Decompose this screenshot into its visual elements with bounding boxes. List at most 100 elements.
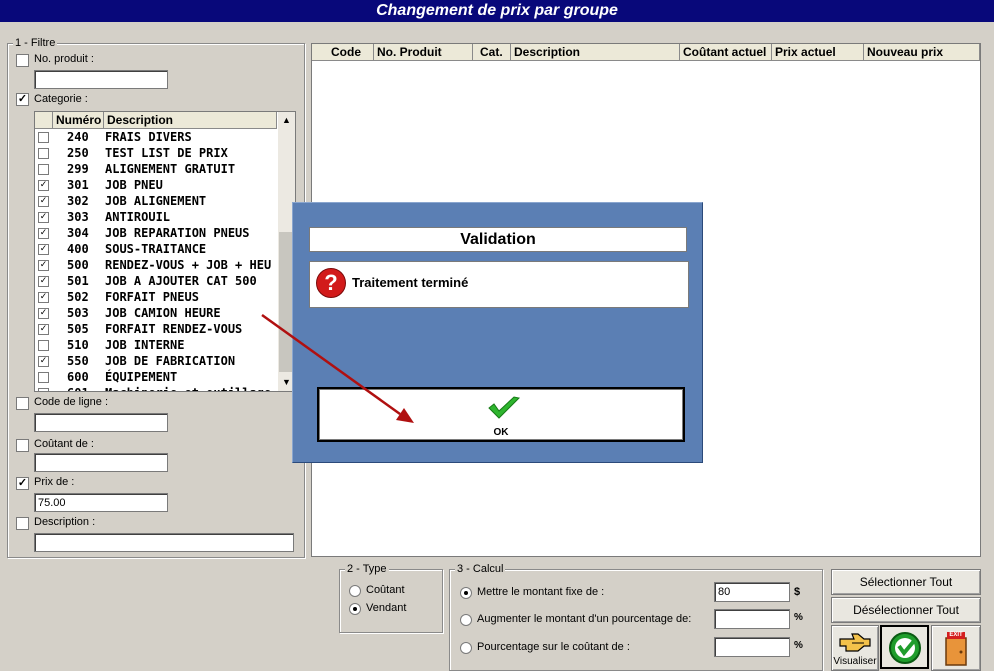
category-row-numero: 601 xyxy=(67,385,89,391)
no-produit-input[interactable] xyxy=(34,70,168,89)
question-icon: ? xyxy=(316,268,346,298)
cat-col-numero[interactable]: Numéro xyxy=(53,112,104,129)
calcul-coutant-radio[interactable] xyxy=(460,642,472,654)
category-table: Numéro Description 240 FRAIS DIVERS 250 TES… xyxy=(34,111,296,392)
category-row-checkbox[interactable]: ✓ xyxy=(38,324,49,335)
ok-button[interactable]: OK xyxy=(317,387,685,442)
calcul-fixe-radio[interactable] xyxy=(460,587,472,599)
calcul-pourcentage-radio[interactable] xyxy=(460,614,472,626)
category-row[interactable]: ✓ 501 JOB A AJOUTER CAT 500 xyxy=(35,273,278,289)
category-row-numero: 502 xyxy=(67,290,89,304)
select-all-button[interactable]: Sélectionner Tout xyxy=(831,569,981,595)
category-row-numero: 303 xyxy=(67,210,89,224)
type-coutant-label: Coûtant xyxy=(366,584,405,596)
category-row[interactable]: 250 TEST LIST DE PRIX xyxy=(35,145,278,161)
category-row-description: ALIGNEMENT GRATUIT xyxy=(105,162,236,176)
type-vendant-radio[interactable] xyxy=(349,603,361,615)
category-row-description: TEST LIST DE PRIX xyxy=(105,146,228,160)
dialog-message-box: ? Traitement terminé xyxy=(309,261,689,308)
category-row-checkbox[interactable]: ✓ xyxy=(38,180,49,191)
results-col-code[interactable]: Code xyxy=(312,44,374,61)
category-row-checkbox[interactable]: ✓ xyxy=(38,260,49,271)
category-row[interactable]: ✓ 550 JOB DE FABRICATION xyxy=(35,353,278,369)
results-col-no-produit[interactable]: No. Produit xyxy=(374,44,473,61)
category-row[interactable]: 299 ALIGNEMENT GRATUIT xyxy=(35,161,278,177)
scroll-up-icon[interactable]: ▲ xyxy=(278,112,295,129)
category-row[interactable]: 600 ÉQUIPEMENT xyxy=(35,369,278,385)
dialog-title: Validation xyxy=(309,227,687,252)
category-row-checkbox[interactable]: ✓ xyxy=(38,212,49,223)
category-row[interactable]: ✓ 301 JOB PNEU xyxy=(35,177,278,193)
category-row-checkbox[interactable]: ✓ xyxy=(38,356,49,367)
code-ligne-checkbox[interactable] xyxy=(16,397,29,410)
calcul-fixe-input[interactable]: 80 xyxy=(714,582,790,602)
category-row-checkbox[interactable]: ✓ xyxy=(38,244,49,255)
results-col-description[interactable]: Description xyxy=(511,44,680,61)
category-row-checkbox[interactable]: ✓ xyxy=(38,228,49,239)
category-row[interactable]: ✓ 502 FORFAIT PNEUS xyxy=(35,289,278,305)
category-row[interactable]: ✓ 500 RENDEZ-VOUS + JOB + HEU xyxy=(35,257,278,273)
category-row-numero: 301 xyxy=(67,178,89,192)
category-row-description: JOB A AJOUTER CAT 500 xyxy=(105,274,257,288)
category-row-description: JOB DE FABRICATION xyxy=(105,354,236,368)
calcul-coutant-input[interactable] xyxy=(714,637,790,657)
confirm-button[interactable] xyxy=(880,625,929,669)
category-row-checkbox[interactable] xyxy=(38,148,49,159)
filter-legend: 1 - Filtre xyxy=(13,37,58,49)
description-input[interactable] xyxy=(34,533,294,552)
category-row-checkbox[interactable] xyxy=(38,388,49,391)
category-row-checkbox[interactable]: ✓ xyxy=(38,276,49,287)
cat-col-check xyxy=(35,112,53,129)
category-row-description: JOB CAMION HEURE xyxy=(105,306,221,320)
category-row-description: JOB ALIGNEMENT xyxy=(105,194,207,208)
category-row-description: FORFAIT RENDEZ-VOUS xyxy=(105,322,243,336)
category-row-checkbox[interactable]: ✓ xyxy=(38,292,49,303)
code-ligne-input[interactable] xyxy=(34,413,168,432)
category-row-numero: 501 xyxy=(67,274,89,288)
visualiser-label: Visualiser xyxy=(833,656,877,667)
category-row[interactable]: ✓ 304 JOB REPARATION PNEUS xyxy=(35,225,278,241)
category-row[interactable]: ✓ 505 FORFAIT RENDEZ-VOUS xyxy=(35,321,278,337)
results-col-prix-actuel[interactable]: Prix actuel xyxy=(772,44,864,61)
type-coutant-radio[interactable] xyxy=(349,585,361,597)
category-row-checkbox[interactable]: ✓ xyxy=(38,196,49,207)
category-row-checkbox[interactable] xyxy=(38,372,49,383)
category-row[interactable]: 601 Machinerie et outillage xyxy=(35,385,278,391)
categorie-checkbox[interactable]: ✓ xyxy=(16,93,29,106)
no-produit-checkbox[interactable] xyxy=(16,54,29,67)
category-row-checkbox[interactable] xyxy=(38,132,49,143)
category-row[interactable]: 240 FRAIS DIVERS xyxy=(35,129,278,145)
results-col-nouveau-prix[interactable]: Nouveau prix xyxy=(864,44,980,61)
prix-de-label: Prix de : xyxy=(34,476,75,488)
coutant-de-input[interactable] xyxy=(34,453,168,472)
category-row-checkbox[interactable] xyxy=(38,340,49,351)
description-checkbox[interactable] xyxy=(16,517,29,530)
prix-de-input[interactable]: 75.00 xyxy=(34,493,168,512)
category-row-numero: 304 xyxy=(67,226,89,240)
category-row[interactable]: ✓ 302 JOB ALIGNEMENT xyxy=(35,193,278,209)
category-row[interactable]: 510 JOB INTERNE xyxy=(35,337,278,353)
results-col-cat[interactable]: Cat. xyxy=(473,44,511,61)
category-row-description: JOB PNEU xyxy=(105,178,163,192)
visualiser-button[interactable]: Visualiser xyxy=(831,625,879,671)
calcul-coutant-label: Pourcentage sur le coûtant de : xyxy=(477,641,630,653)
category-row-description: SOUS-TRAITANCE xyxy=(105,242,207,256)
category-row-checkbox[interactable]: ✓ xyxy=(38,308,49,319)
prix-de-checkbox[interactable]: ✓ xyxy=(16,477,29,490)
calcul-coutant-unit: % xyxy=(794,640,803,651)
results-col-coutant-actuel[interactable]: Coûtant actuel xyxy=(680,44,772,61)
deselect-all-button[interactable]: Désélectionner Tout xyxy=(831,597,981,623)
category-row-checkbox[interactable] xyxy=(38,164,49,175)
green-circle-check-icon xyxy=(887,631,923,665)
description-label: Description : xyxy=(34,516,96,528)
cat-col-description[interactable]: Description xyxy=(104,112,277,129)
category-row[interactable]: ✓ 303 ANTIROUIL xyxy=(35,209,278,225)
exit-button[interactable]: EXIT xyxy=(931,625,981,671)
category-row-description: RENDEZ-VOUS + JOB + HEU xyxy=(105,258,272,272)
category-row-numero: 510 xyxy=(67,338,89,352)
category-row[interactable]: ✓ 400 SOUS-TRAITANCE xyxy=(35,241,278,257)
coutant-de-checkbox[interactable] xyxy=(16,439,29,452)
green-check-icon xyxy=(487,395,521,421)
category-row[interactable]: ✓ 503 JOB CAMION HEURE xyxy=(35,305,278,321)
calcul-pourcentage-input[interactable] xyxy=(714,609,790,629)
